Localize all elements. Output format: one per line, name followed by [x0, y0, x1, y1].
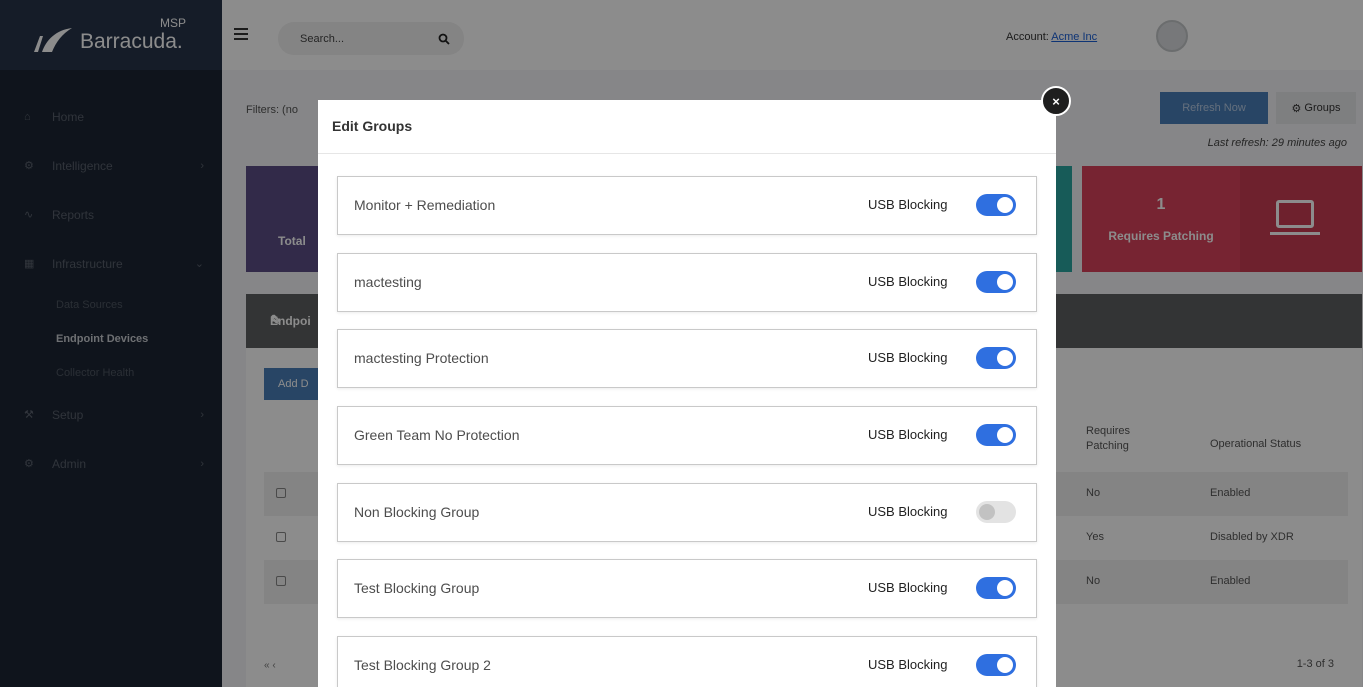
- group-item: Test Blocking Group USB Blocking: [337, 559, 1037, 618]
- usb-blocking-label: USB Blocking: [868, 504, 948, 519]
- close-icon[interactable]: ×: [1041, 86, 1071, 116]
- edit-groups-modal: Edit Groups Monitor + Remediation USB Bl…: [318, 100, 1056, 687]
- group-item: mactesting Protection USB Blocking: [337, 329, 1037, 388]
- group-item: mactesting USB Blocking: [337, 253, 1037, 312]
- group-name: Test Blocking Group 2: [354, 657, 491, 673]
- usb-blocking-toggle[interactable]: [976, 424, 1016, 446]
- group-name: mactesting: [354, 274, 422, 290]
- group-item: Green Team No Protection USB Blocking: [337, 406, 1037, 465]
- usb-blocking-toggle[interactable]: [976, 577, 1016, 599]
- group-name: mactesting Protection: [354, 350, 489, 366]
- usb-blocking-toggle[interactable]: [976, 194, 1016, 216]
- usb-blocking-toggle[interactable]: [976, 347, 1016, 369]
- group-name: Green Team No Protection: [354, 427, 520, 443]
- usb-blocking-label: USB Blocking: [868, 657, 948, 672]
- usb-blocking-label: USB Blocking: [868, 274, 948, 289]
- usb-blocking-toggle[interactable]: [976, 654, 1016, 676]
- group-name: Non Blocking Group: [354, 504, 480, 520]
- usb-blocking-label: USB Blocking: [868, 427, 948, 442]
- usb-blocking-label: USB Blocking: [868, 197, 948, 212]
- group-item: Test Blocking Group 2 USB Blocking: [337, 636, 1037, 687]
- group-item: Monitor + Remediation USB Blocking: [337, 176, 1037, 235]
- usb-blocking-label: USB Blocking: [868, 350, 948, 365]
- usb-blocking-toggle[interactable]: [976, 271, 1016, 293]
- group-name: Test Blocking Group: [354, 580, 480, 596]
- group-item: Non Blocking Group USB Blocking: [337, 483, 1037, 542]
- usb-blocking-label: USB Blocking: [868, 580, 948, 595]
- modal-divider: [318, 153, 1056, 154]
- modal-title: Edit Groups: [332, 118, 413, 134]
- group-name: Monitor + Remediation: [354, 197, 496, 213]
- usb-blocking-toggle[interactable]: [976, 501, 1016, 523]
